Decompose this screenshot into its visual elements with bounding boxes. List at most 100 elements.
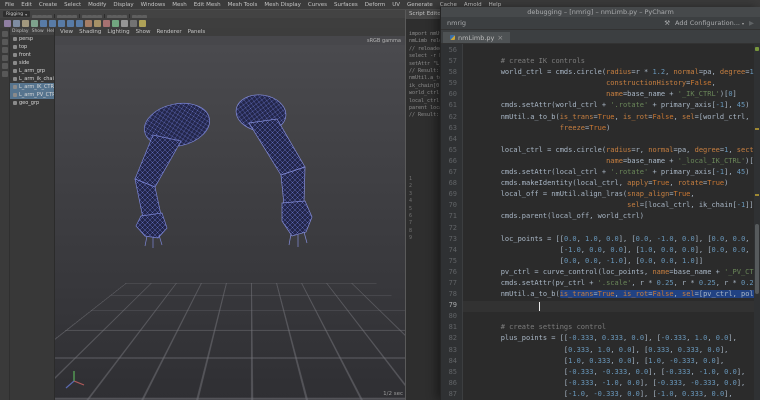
code-line[interactable] (463, 224, 760, 235)
ep-curve-icon[interactable] (13, 19, 20, 27)
panel-menu-show[interactable]: Show (136, 29, 151, 35)
code-line[interactable]: [-1.0, -0.333, 0.0], [-1.0, 0.333, 0.0], (463, 390, 760, 400)
polygon-sphere-icon[interactable] (40, 19, 47, 27)
outliner-item[interactable]: front (10, 51, 54, 59)
menu-create[interactable]: Create (39, 2, 57, 8)
project-breadcrumb[interactable]: nmrig (447, 19, 466, 27)
code-line[interactable]: sel=[local_ctrl, ik_chain[-1]]) (463, 201, 760, 212)
panel-menu-renderer[interactable]: Renderer (156, 29, 181, 35)
select-tool-icon[interactable] (1, 31, 8, 37)
code-line[interactable]: nmUtil.a_to_b(is_trans=True, is_rot=Fals… (463, 113, 760, 124)
code-line[interactable]: cmds.makeIdentity(local_ctrl, apply=True… (463, 179, 760, 190)
menu-deform[interactable]: Deform (365, 2, 385, 8)
editor-scrollbar[interactable] (754, 44, 760, 400)
run-icon[interactable]: ▶ (749, 19, 754, 27)
code-line[interactable]: [0.0, 0.0, -1.0], [0.0, 0.0, 1.0]] (463, 257, 760, 268)
code-line[interactable]: world_ctrl = cmds.circle(radius=r * 1.2,… (463, 68, 760, 79)
scale-tool-icon[interactable] (1, 71, 8, 77)
wireframe-arm-mesh-left[interactable] (134, 98, 214, 248)
code-line[interactable] (463, 301, 760, 313)
code-line[interactable]: [1.0, 0.333, 0.0], [1.0, -0.333, 0.0], (463, 357, 760, 368)
polygon-torus-icon[interactable] (76, 19, 83, 27)
code-area[interactable]: # create IK controls world_ctrl = cmds.c… (463, 44, 760, 400)
panel-menu-panels[interactable]: Panels (188, 29, 206, 35)
outliner-item[interactable]: L_arm_grp (10, 67, 54, 75)
script-editor-history[interactable]: import nmUtilnmLimb reload// reloadedsel… (406, 31, 441, 120)
outliner-item[interactable]: L_arm_ik_chain (10, 75, 54, 83)
move-tool-icon[interactable] (1, 55, 8, 61)
ik-handle-tool-icon[interactable] (94, 19, 101, 27)
outliner-menu-show[interactable]: Show (32, 29, 44, 34)
menu-edit[interactable]: Edit (21, 2, 32, 8)
build-hammer-icon[interactable]: ⚒ (664, 19, 670, 27)
run-configuration-selector[interactable]: Add Configuration... ▾ (675, 19, 744, 27)
bind-skin-icon[interactable] (103, 19, 110, 27)
code-line[interactable]: # create settings control (463, 323, 760, 334)
code-line[interactable] (463, 46, 760, 57)
outliner-menu-display[interactable]: Display (12, 29, 29, 34)
code-line[interactable]: cmds.setAttr(local_ctrl + '.rotate' + pr… (463, 168, 760, 179)
close-tab-icon[interactable]: × (497, 34, 503, 42)
lasso-tool-icon[interactable] (1, 39, 8, 45)
code-line[interactable]: cmds.setAttr(world_ctrl + '.rotate' + pr… (463, 101, 760, 112)
menu-edit-mesh[interactable]: Edit Mesh (194, 2, 221, 8)
editor-tab-active[interactable]: nmLimb.py × (443, 32, 511, 43)
outliner-item[interactable]: persp (10, 35, 54, 43)
polygon-cube-icon[interactable] (49, 19, 56, 27)
outliner-item[interactable]: side (10, 59, 54, 67)
code-line[interactable]: nmUtil.a_to_b(is_trans=True, is_rot=Fals… (463, 290, 760, 301)
outliner-item[interactable]: top (10, 43, 54, 51)
code-line[interactable] (463, 312, 760, 323)
joint-tool-icon[interactable] (85, 19, 92, 27)
menu-modify[interactable]: Modify (88, 2, 106, 8)
menu-mesh-tools[interactable]: Mesh Tools (228, 2, 258, 8)
code-line[interactable]: pv_ctrl = curve_control(loc_points, name… (463, 268, 760, 279)
menu-set-selector[interactable]: Rigging ▾ (3, 11, 31, 17)
panel-menu-shading[interactable]: Shading (79, 29, 101, 35)
code-line[interactable]: loc_points = [[0.0, 1.0, 0.0], [0.0, -1.… (463, 235, 760, 246)
menu-surfaces[interactable]: Surfaces (334, 2, 358, 8)
display-layer-icon[interactable] (130, 19, 137, 27)
cv-curve-icon[interactable] (4, 19, 11, 27)
code-line[interactable]: [-0.333, -1.0, 0.0], [-0.333, -0.333, 0.… (463, 379, 760, 390)
code-line[interactable]: freeze=True) (463, 124, 760, 135)
outliner-menu-help[interactable]: Help (47, 29, 54, 34)
panel-menu-lighting[interactable]: Lighting (107, 29, 129, 35)
custom-script-icon[interactable] (139, 19, 146, 27)
code-line[interactable]: name=base_name + '_IK_CTRL')[0] (463, 90, 760, 101)
menu-mesh[interactable]: Mesh (172, 2, 186, 8)
code-line[interactable]: [-0.333, -0.333, 0.0], [-0.333, -1.0, 0.… (463, 368, 760, 379)
paint-select-tool-icon[interactable] (1, 47, 8, 53)
code-line[interactable]: # create IK controls (463, 57, 760, 68)
viewport-canvas[interactable]: 1/2 sec (55, 45, 407, 400)
menu-select[interactable]: Select (64, 2, 81, 8)
nurbs-circle-icon[interactable] (31, 19, 38, 27)
code-line[interactable]: [-1.0, 0.0, 0.0], [1.0, 0.0, 0.0], [0.0,… (463, 246, 760, 257)
menu-display[interactable]: Display (113, 2, 133, 8)
outliner-item[interactable]: geo_grp (10, 99, 54, 107)
code-line[interactable]: constructionHistory=False, (463, 79, 760, 90)
code-line[interactable]: name=base_name + '_local_IK_CTRL')[0] (463, 157, 760, 168)
menu-file[interactable]: File (5, 2, 14, 8)
menu-curves[interactable]: Curves (308, 2, 327, 8)
pencil-curve-icon[interactable] (22, 19, 29, 27)
parent-constraint-icon[interactable] (112, 19, 119, 27)
code-line[interactable]: cmds.setAttr(pv_ctrl + '.scale', r * 0.2… (463, 279, 760, 290)
locator-icon[interactable] (121, 19, 128, 27)
code-line[interactable]: cmds.parent(local_off, world_ctrl) (463, 212, 760, 223)
panel-menu-view[interactable]: View (60, 29, 73, 35)
code-editor[interactable]: 56 57 58 59 60 61 62 63 64 65 66 67 68 69 70 71 72 73 74 75… (441, 44, 760, 400)
code-line[interactable]: local_off = nmUtil.align_lras(snap_align… (463, 190, 760, 201)
code-line[interactable]: [0.333, 1.0, 0.0], [0.333, 0.333, 0.0], (463, 346, 760, 357)
polygon-plane-icon[interactable] (67, 19, 74, 27)
wireframe-arm-mesh-right[interactable] (234, 92, 313, 247)
code-line[interactable]: plus_points = [[-0.333, 0.333, 0.0], [-0… (463, 334, 760, 345)
menu-generate[interactable]: Generate (407, 2, 433, 8)
polygon-cylinder-icon[interactable] (58, 19, 65, 27)
outliner-item[interactable]: L_arm_PV_CTRL (10, 91, 54, 99)
menu-windows[interactable]: Windows (141, 2, 166, 8)
outliner-item[interactable]: L_arm_IK_CTRL (10, 83, 54, 91)
menu-uv[interactable]: UV (392, 2, 400, 8)
rotate-tool-icon[interactable] (1, 63, 8, 69)
menu-mesh-display[interactable]: Mesh Display (264, 2, 301, 8)
